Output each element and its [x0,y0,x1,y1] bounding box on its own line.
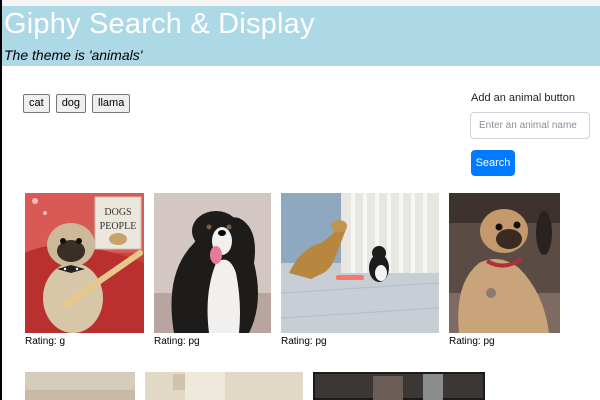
animal-button-cat[interactable]: cat [23,94,50,113]
gif-rating: Rating: pg [281,336,327,347]
page-title: Giphy Search & Display [4,8,315,40]
svg-text:DOGS: DOGS [104,207,131,218]
gif-rating: Rating: pg [449,336,495,347]
page-header: Giphy Search & Display The theme is 'ani… [2,6,600,66]
page-subtitle: The theme is 'animals' [4,47,143,63]
gif-image-pug-blanket[interactable]: DOGS PEOPLE [25,193,144,333]
search-button[interactable]: Search [471,150,515,176]
gif-image-partial[interactable] [25,372,135,400]
add-animal-label: Add an animal button [471,92,575,104]
animal-name-input[interactable] [470,112,590,139]
gif-image-partial[interactable] [313,372,485,400]
gif-image-black-white-dog[interactable] [154,193,271,333]
gif-image-dog-and-cat[interactable] [281,193,439,333]
animal-button-row: cat dog llama [23,94,131,113]
svg-text:PEOPLE: PEOPLE [100,221,137,232]
gif-rating: Rating: pg [154,336,200,347]
animal-button-dog[interactable]: dog [55,94,87,113]
gif-image-pug-sitting[interactable] [449,193,560,333]
animal-button-llama[interactable]: llama [92,94,131,113]
gif-image-partial[interactable] [145,372,303,400]
gif-rating: Rating: g [25,336,66,347]
